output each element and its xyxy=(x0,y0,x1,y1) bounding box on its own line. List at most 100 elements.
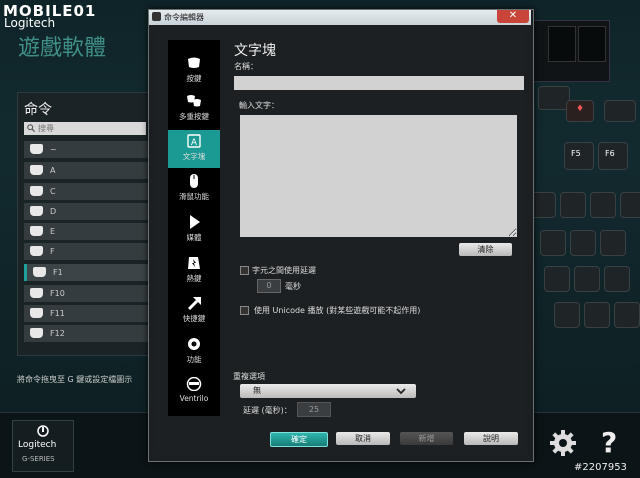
hotkey-icon xyxy=(188,257,200,269)
svg-text:A: A xyxy=(191,138,198,148)
key-icon xyxy=(30,165,43,175)
app-title: 遊戲軟體 xyxy=(18,36,107,61)
nav-hotkey[interactable]: 熱鍵 xyxy=(168,252,220,290)
command-item[interactable]: F xyxy=(24,243,148,260)
nav-mouse-function[interactable]: 滑鼠功能 xyxy=(168,170,220,208)
command-item[interactable]: ~ xyxy=(24,141,148,158)
key-icon xyxy=(33,267,46,277)
text-label: 輸入文字： xyxy=(239,101,279,110)
nav-label: 滑鼠功能 xyxy=(179,192,209,201)
text-input[interactable] xyxy=(240,115,517,237)
command-item[interactable]: F10 xyxy=(24,285,148,302)
brand-name: Logitech xyxy=(4,16,56,30)
ms-label: 毫秒 xyxy=(285,282,301,291)
text-block-icon: A xyxy=(187,134,201,148)
image-id-watermark: #2207953 xyxy=(574,462,627,473)
command-item[interactable]: D xyxy=(24,203,148,220)
nav-media[interactable]: 媒體 xyxy=(168,211,220,249)
play-icon xyxy=(190,215,200,229)
key-cap: F5 xyxy=(564,142,594,170)
key-cap xyxy=(570,230,596,256)
key-icon xyxy=(30,186,43,196)
key-cap xyxy=(590,192,616,218)
dialog-titlebar[interactable] xyxy=(149,10,531,25)
nav-text-block[interactable]: A 文字塊 xyxy=(168,130,220,168)
cancel-button[interactable]: 取消 xyxy=(336,432,390,445)
help-icon[interactable]: ? xyxy=(601,426,617,459)
command-item[interactable]: C xyxy=(24,183,148,200)
commands-title: 命令 xyxy=(24,102,52,118)
key-cap xyxy=(584,302,610,328)
nav-function[interactable]: 功能 xyxy=(168,333,220,371)
nav-label: 按鍵 xyxy=(186,74,202,83)
function-gear-icon xyxy=(188,338,200,350)
add-button[interactable]: 新增 xyxy=(400,432,453,445)
nav-label: 功能 xyxy=(186,355,202,364)
delay-between-chars-checkbox[interactable] xyxy=(240,266,249,275)
ok-button[interactable]: 確定 xyxy=(270,432,328,447)
key-cap xyxy=(600,230,626,256)
shortcut-arrow-icon xyxy=(187,297,201,310)
repeat-delay-label: 延遲 (毫秒)： xyxy=(243,406,292,415)
nav-multi-key[interactable]: 多重按鍵 xyxy=(168,90,220,128)
search-icon xyxy=(27,124,35,132)
key-icon xyxy=(30,144,43,154)
gear-icon[interactable] xyxy=(548,428,578,458)
unicode-checkbox[interactable] xyxy=(240,306,249,315)
key-icon xyxy=(30,288,43,298)
drag-hint: 將命令拖曳至 G 鍵或設定檔圖示 xyxy=(17,375,133,384)
name-label: 名稱： xyxy=(234,62,258,71)
name-input[interactable] xyxy=(234,76,524,90)
key-cap xyxy=(614,302,640,328)
command-label: E xyxy=(50,227,56,236)
key-icon xyxy=(30,226,43,236)
key-label: F5 xyxy=(571,149,581,158)
delay-between-chars-label: 字元之間使用延遲 xyxy=(252,266,316,275)
chevron-down-icon xyxy=(396,388,406,395)
command-label: F10 xyxy=(50,289,65,298)
key-cap xyxy=(540,230,566,256)
key-cap xyxy=(620,192,640,218)
multi-key-icon xyxy=(187,95,201,107)
command-label: A xyxy=(50,166,56,175)
section-title: 文字塊 xyxy=(234,43,276,59)
keyboard-image: ♦ F5 F6 xyxy=(530,80,640,355)
command-item-selected[interactable]: F1 xyxy=(24,264,148,281)
nav-ventrilo[interactable]: Ventrilo xyxy=(168,373,220,411)
key-cap xyxy=(604,266,630,292)
close-button[interactable]: ✕ xyxy=(497,10,529,23)
key-cap xyxy=(604,100,636,122)
delay-input[interactable]: 0 xyxy=(257,279,281,293)
command-label: F xyxy=(50,247,55,256)
command-label: D xyxy=(50,207,57,216)
clear-button[interactable]: 清除 xyxy=(459,243,512,256)
command-label: F1 xyxy=(53,268,63,277)
repeat-options-label: 重複選項 xyxy=(233,372,265,381)
repeat-delay-input[interactable]: 25 xyxy=(297,402,331,417)
nav-label: 熱鍵 xyxy=(186,274,202,283)
command-item[interactable]: F11 xyxy=(24,305,148,322)
help-button[interactable]: 說明 xyxy=(464,432,518,445)
command-label: F11 xyxy=(50,309,65,318)
series-label: G-SERIES xyxy=(22,455,55,463)
command-label: ~ xyxy=(50,145,57,154)
nav-label: Ventrilo xyxy=(179,394,209,403)
repeat-select[interactable]: 無 xyxy=(240,384,416,398)
nav-shortcut[interactable]: 快捷鍵 xyxy=(168,292,220,330)
nav-label: 媒體 xyxy=(186,233,202,242)
key-cap xyxy=(544,266,570,292)
command-label: F12 xyxy=(50,329,65,338)
key-icon xyxy=(188,57,200,68)
key-icon xyxy=(30,246,43,256)
key-cap: F6 xyxy=(598,142,628,170)
key-cap xyxy=(554,302,580,328)
bottom-brand: Logitech xyxy=(18,440,57,450)
command-item[interactable]: E xyxy=(24,223,148,240)
command-item[interactable]: F12 xyxy=(24,325,148,342)
search-input[interactable] xyxy=(24,122,146,135)
nav-key[interactable]: 按鍵 xyxy=(168,52,220,90)
nav-label: 快捷鍵 xyxy=(182,314,206,323)
app-icon xyxy=(152,12,161,21)
command-item[interactable]: A xyxy=(24,162,148,179)
ventrilo-icon xyxy=(186,377,202,391)
